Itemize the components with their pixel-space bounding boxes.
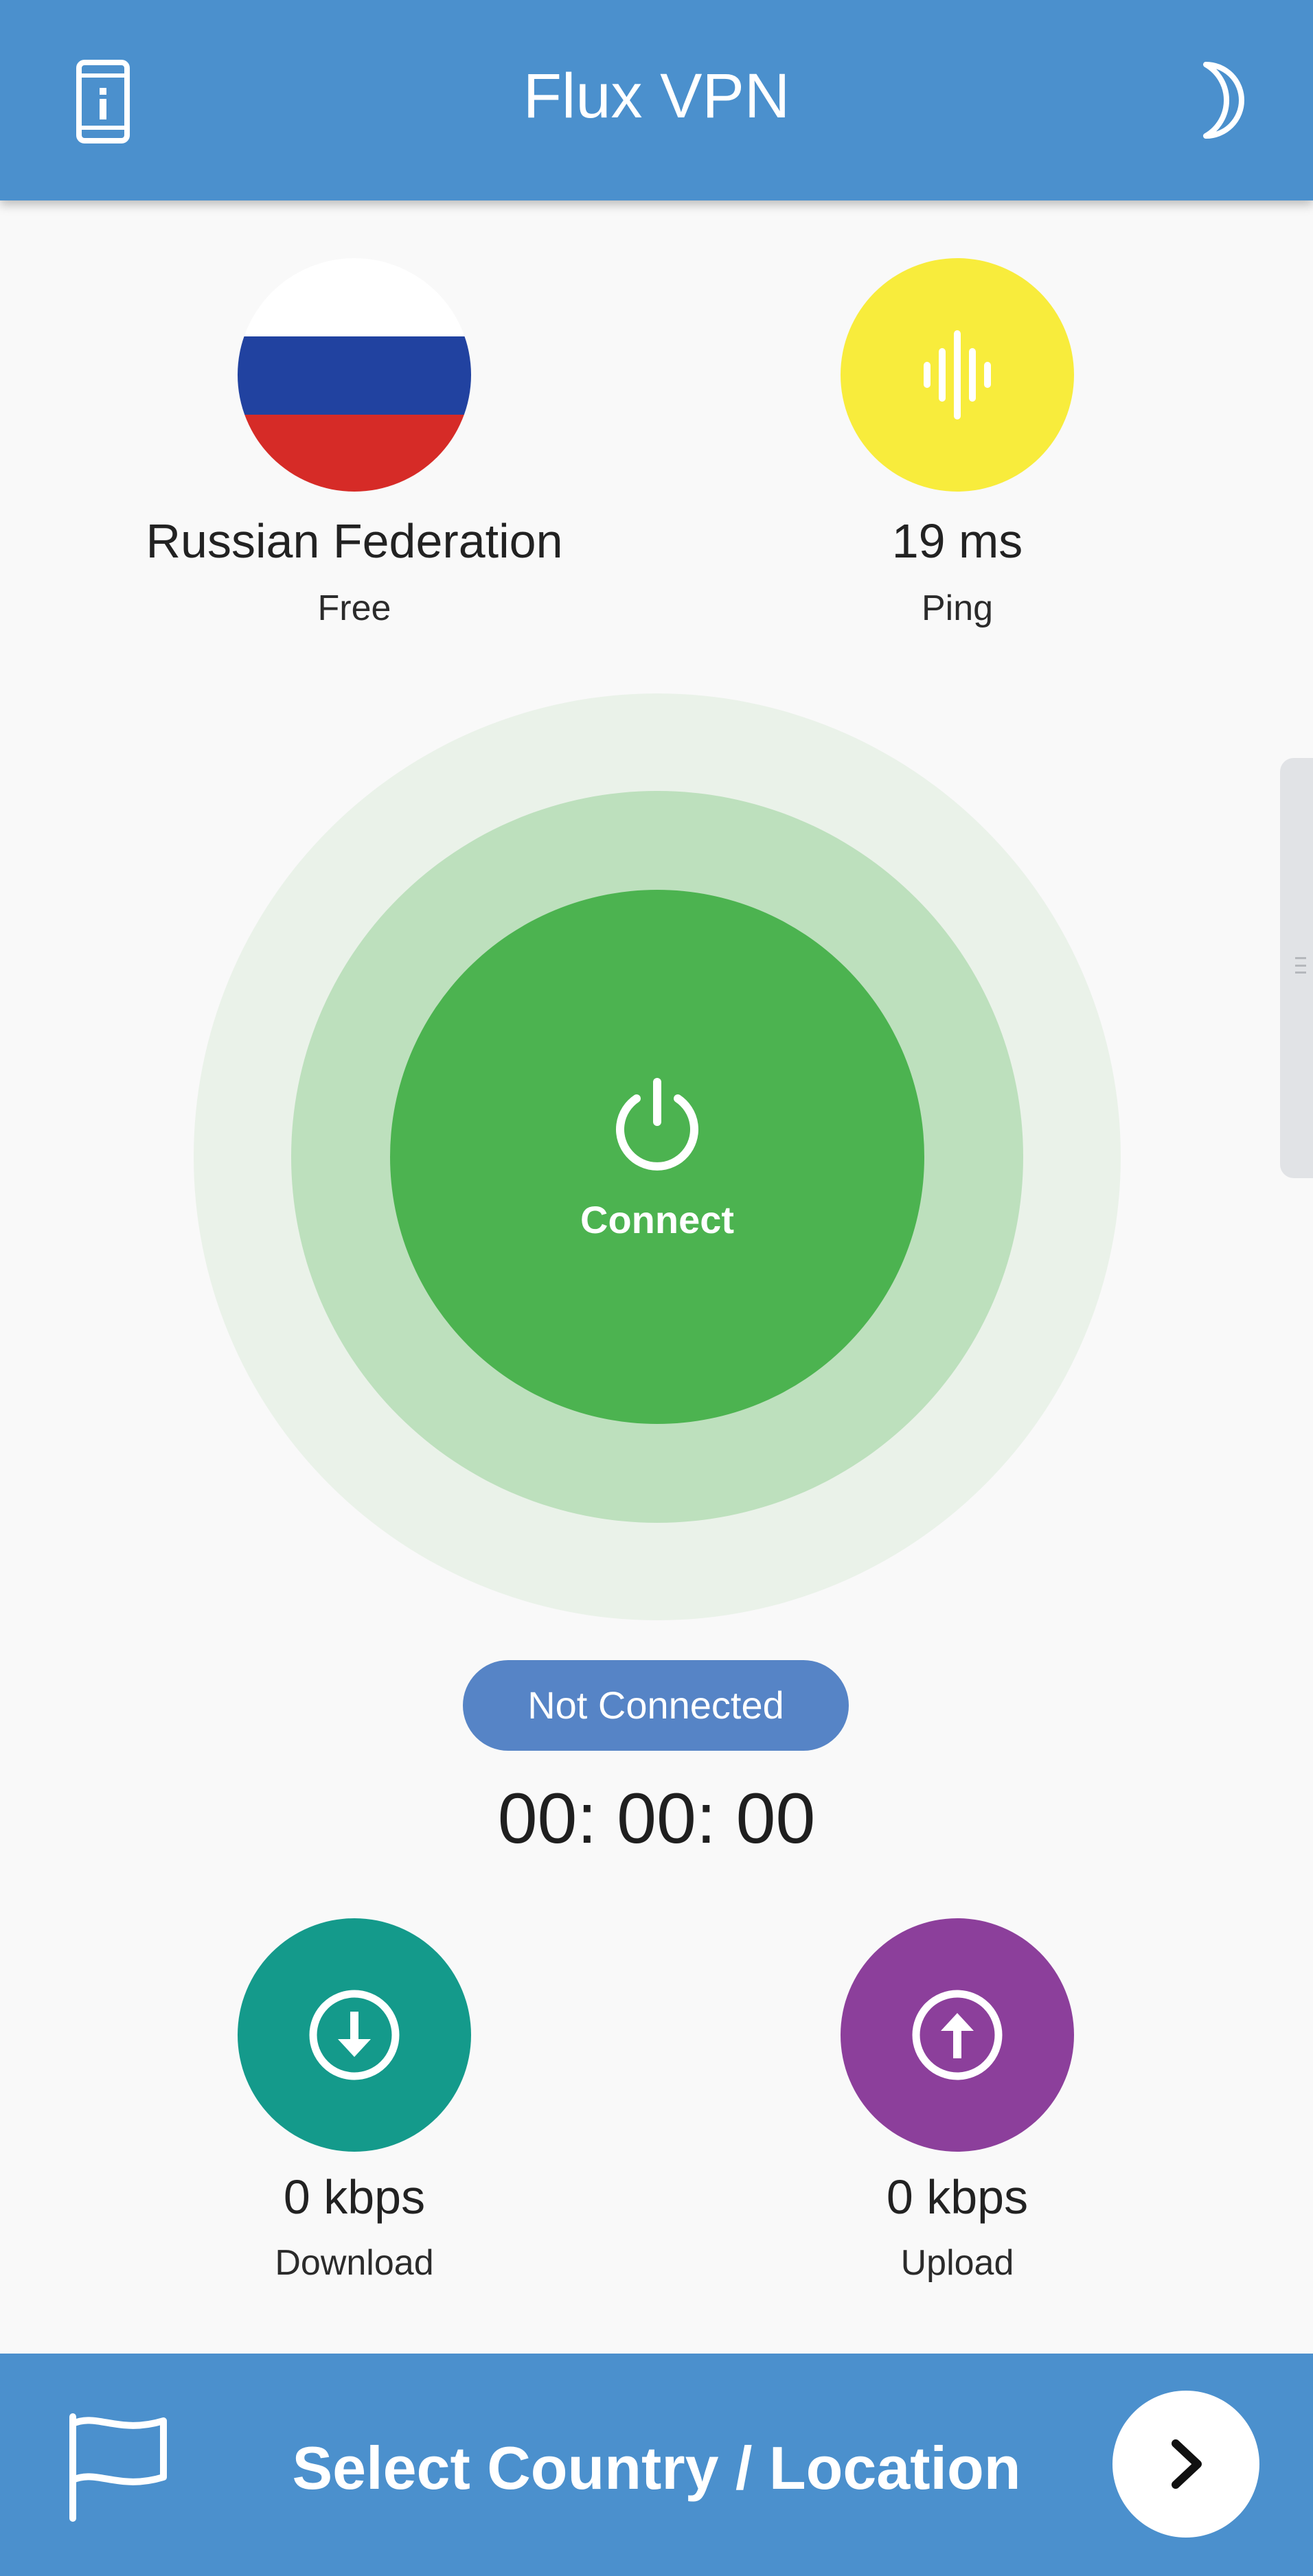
download-label: Download <box>275 2243 434 2283</box>
russia-flag-icon[interactable] <box>238 258 471 492</box>
app-title: Flux VPN <box>523 61 790 131</box>
connect-label: Connect <box>580 1198 734 1241</box>
app-screen: Flux VPN Russian Federation Free 19 ms P… <box>0 0 1313 2576</box>
status-badge: Not Connected <box>463 1660 849 1751</box>
upload-speed: 0 kbps <box>886 2170 1029 2224</box>
side-drawer-handle[interactable] <box>1280 758 1313 1178</box>
ping-label: Ping <box>921 588 994 628</box>
server-tier: Free <box>317 588 391 628</box>
moon-icon[interactable] <box>1180 58 1259 143</box>
download-arrow-icon <box>238 1918 471 2152</box>
ping-value: 19 ms <box>891 514 1023 568</box>
power-icon <box>609 1075 705 1171</box>
upload-arrow-icon <box>841 1918 1074 2152</box>
chevron-right-icon[interactable] <box>1112 2391 1259 2538</box>
connection-timer: 00: 00: 00 <box>497 1779 816 1859</box>
upload-label: Upload <box>900 2243 1014 2283</box>
sound-wave-icon <box>841 258 1074 492</box>
connect-button[interactable]: Connect <box>390 890 924 1424</box>
download-speed: 0 kbps <box>283 2170 426 2224</box>
app-header: Flux VPN <box>0 0 1313 200</box>
select-location-button[interactable]: Select Country / Location <box>0 2354 1313 2576</box>
server-country: Russian Federation <box>146 514 563 568</box>
grip-icon <box>1295 957 1306 974</box>
